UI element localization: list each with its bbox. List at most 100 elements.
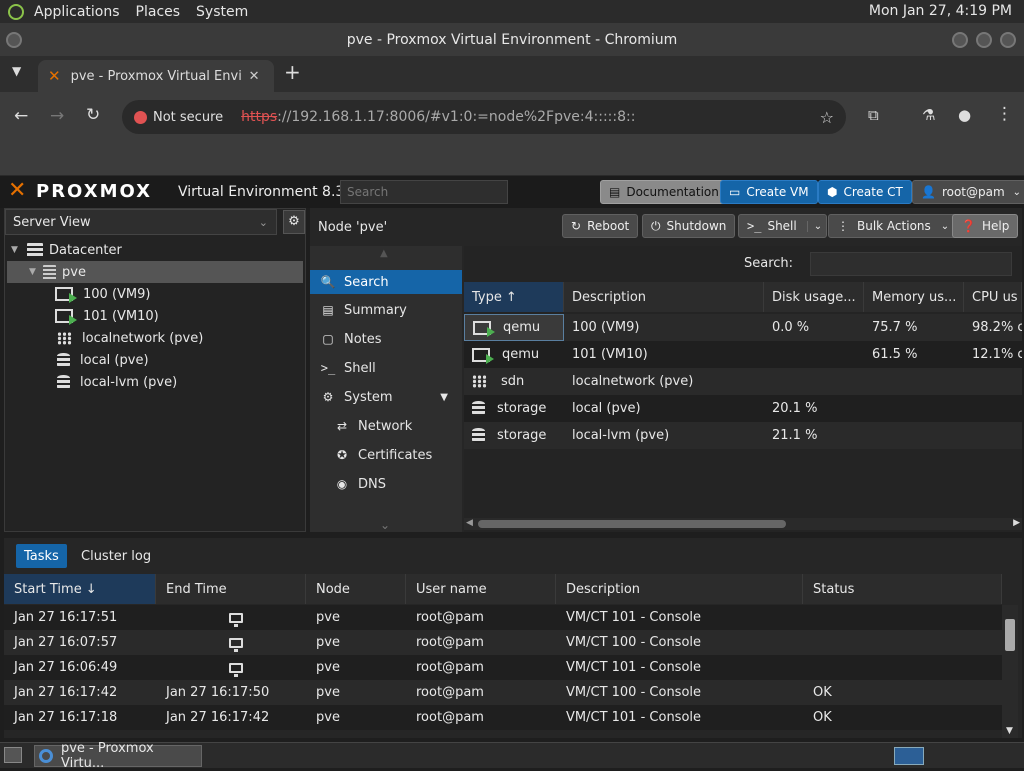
not-secure-label[interactable]: Not secure bbox=[153, 110, 223, 125]
back-icon[interactable]: ← bbox=[14, 106, 28, 126]
certificate-icon: ✪ bbox=[336, 448, 348, 462]
address-bar[interactable]: Not secure https ://192.168.1.17:8006/#v… bbox=[122, 100, 846, 134]
window-title: pve - Proxmox Virtual Environment - Chro… bbox=[346, 32, 678, 48]
nav-shell[interactable]: >_ Shell bbox=[310, 356, 462, 380]
nav-summary[interactable]: ▤ Summary bbox=[310, 298, 462, 322]
grid-search-input[interactable] bbox=[810, 252, 1012, 276]
tasks-panel: Tasks Cluster log Start Time ↓ End Time … bbox=[4, 538, 1022, 738]
scroll-down-icon[interactable]: ⌄ bbox=[380, 518, 390, 532]
table-row[interactable]: storage local-lvm (pve) 21.1 % bbox=[464, 422, 1022, 449]
tree-item-local[interactable]: local (pve) bbox=[5, 349, 305, 371]
nav-network[interactable]: ⇄ Network bbox=[310, 414, 462, 438]
table-row[interactable]: storage local (pve) 20.1 % bbox=[464, 395, 1022, 422]
browser-tab[interactable]: ✕ pve - Proxmox Virtual Environ ✕ bbox=[38, 60, 274, 92]
tree-item-localnetwork[interactable]: localnetwork (pve) bbox=[5, 327, 305, 349]
browser-menu-icon[interactable]: ⋮ bbox=[996, 104, 1013, 124]
column-header-cpu[interactable]: CPU us bbox=[964, 282, 1022, 312]
window-menu-icon[interactable] bbox=[6, 32, 22, 48]
help-button[interactable]: ❓ Help bbox=[952, 214, 1019, 238]
proxmox-logo[interactable]: PROXMOX bbox=[36, 181, 152, 202]
scroll-right-icon[interactable]: ▶ bbox=[1013, 518, 1020, 528]
tab-search-icon[interactable]: ▼ bbox=[12, 64, 21, 78]
running-console-icon bbox=[229, 662, 243, 677]
column-header-end-time[interactable]: End Time bbox=[156, 574, 306, 604]
bookmark-star-icon[interactable]: ☆ bbox=[820, 108, 834, 127]
new-tab-button[interactable]: + bbox=[284, 60, 301, 84]
table-row[interactable]: sdn localnetwork (pve) bbox=[464, 368, 1022, 395]
maximize-icon[interactable] bbox=[976, 32, 992, 48]
column-header-start-time[interactable]: Start Time ↓ bbox=[4, 574, 156, 604]
globe-icon: ◉ bbox=[336, 477, 348, 491]
user-menu-button[interactable]: 👤 root@pam ⌄ bbox=[912, 180, 1024, 204]
nav-search[interactable]: 🔍 Search bbox=[310, 270, 462, 294]
column-header-description[interactable]: Description bbox=[564, 282, 764, 312]
column-header-node[interactable]: Node bbox=[306, 574, 406, 604]
tree-item-local-lvm[interactable]: local-lvm (pve) bbox=[5, 371, 305, 393]
collapse-icon[interactable]: ▼ bbox=[29, 267, 41, 277]
scrollbar-thumb[interactable] bbox=[478, 520, 786, 528]
exchange-icon: ⇄ bbox=[336, 419, 348, 433]
profile-icon[interactable]: ● bbox=[958, 106, 971, 124]
applications-menu[interactable]: Applications bbox=[34, 4, 120, 20]
column-header-type[interactable]: Type ↑ bbox=[464, 282, 564, 312]
reboot-button[interactable]: ↻ Reboot bbox=[562, 214, 639, 238]
tree-settings-button[interactable]: ⚙ bbox=[283, 210, 305, 234]
close-icon[interactable] bbox=[1000, 32, 1016, 48]
bulk-actions-button[interactable]: ⋮ Bulk Actions ⌄ bbox=[828, 214, 959, 238]
scroll-up-icon[interactable]: ▲ bbox=[380, 248, 388, 259]
minimize-icon[interactable] bbox=[952, 32, 968, 48]
labs-icon[interactable]: ⚗ bbox=[922, 106, 935, 124]
table-row[interactable]: qemu 101 (VM10) 61.5 % 12.1% c bbox=[464, 341, 1022, 368]
tree-item-vm101[interactable]: 101 (VM10) bbox=[5, 305, 305, 327]
table-row[interactable]: qemu 100 (VM9) 0.0 % 75.7 % 98.2% c bbox=[464, 314, 1022, 341]
vertical-scrollbar[interactable]: ▼ bbox=[1002, 605, 1018, 738]
extensions-icon[interactable]: ⧉ bbox=[868, 106, 879, 124]
column-header-description[interactable]: Description bbox=[556, 574, 803, 604]
tab-close-icon[interactable]: ✕ bbox=[249, 69, 260, 84]
gnome-foot-icon[interactable] bbox=[8, 3, 24, 20]
scrollbar-thumb[interactable] bbox=[1005, 619, 1015, 651]
column-header-user[interactable]: User name bbox=[406, 574, 556, 604]
global-search-input[interactable] bbox=[340, 180, 508, 204]
tab-cluster-log[interactable]: Cluster log bbox=[76, 544, 156, 568]
nav-certificates[interactable]: ✪ Certificates bbox=[310, 443, 462, 467]
create-vm-button[interactable]: ▭ Create VM bbox=[720, 180, 818, 204]
table-row[interactable]: Jan 27 16:17:18 Jan 27 16:17:42 pve root… bbox=[4, 705, 1002, 730]
desktop-icon: ▭ bbox=[729, 185, 741, 199]
column-header-memory[interactable]: Memory us... bbox=[864, 282, 964, 312]
nav-system[interactable]: ⚙ System ▼ bbox=[310, 385, 462, 409]
nav-notes[interactable]: ▢ Notes bbox=[310, 327, 462, 351]
shutdown-button[interactable]: ⏻ Shutdown bbox=[642, 214, 736, 238]
show-desktop-icon[interactable] bbox=[4, 747, 22, 763]
nav-dns[interactable]: ◉ DNS bbox=[310, 472, 462, 496]
table-row[interactable]: Jan 27 16:17:51 pve root@pam VM/CT 101 -… bbox=[4, 605, 1002, 630]
shell-button[interactable]: >_ Shell ⌄ bbox=[738, 214, 828, 238]
clock[interactable]: Mon Jan 27, 4:19 PM bbox=[869, 3, 1012, 19]
scroll-down-icon[interactable]: ▼ bbox=[1006, 726, 1013, 736]
collapse-icon[interactable]: ▼ bbox=[11, 245, 23, 255]
server-view-select[interactable]: Server View ⌄ bbox=[5, 209, 277, 235]
chevron-down-icon[interactable]: ⌄ bbox=[806, 220, 822, 232]
documentation-button[interactable]: ▤ Documentation bbox=[600, 180, 728, 204]
scroll-left-icon[interactable]: ◀ bbox=[466, 518, 473, 528]
proxmox-logo-icon[interactable]: ✕ bbox=[8, 178, 26, 203]
tree-item-datacenter[interactable]: ▼ Datacenter bbox=[5, 239, 305, 261]
tab-tasks[interactable]: Tasks bbox=[16, 544, 67, 568]
workspace-switcher-icon[interactable] bbox=[894, 747, 924, 765]
column-header-disk[interactable]: Disk usage... bbox=[764, 282, 864, 312]
reload-icon[interactable]: ↻ bbox=[86, 105, 100, 125]
forward-icon[interactable]: → bbox=[50, 106, 64, 126]
table-row[interactable]: Jan 27 16:06:49 pve root@pam VM/CT 101 -… bbox=[4, 655, 1002, 680]
tree-item-pve[interactable]: ▼ pve bbox=[7, 261, 303, 283]
column-header-status[interactable]: Status bbox=[803, 574, 1002, 604]
book-icon: ▤ bbox=[609, 185, 621, 199]
places-menu[interactable]: Places bbox=[136, 4, 181, 20]
system-menu[interactable]: System bbox=[196, 4, 248, 20]
create-ct-button[interactable]: ⬢ Create CT bbox=[818, 180, 912, 204]
horizontal-scrollbar[interactable]: ◀ ▶ bbox=[464, 518, 1022, 530]
table-row[interactable]: Jan 27 16:17:42 Jan 27 16:17:50 pve root… bbox=[4, 680, 1002, 705]
tree-item-vm100[interactable]: 100 (VM9) bbox=[5, 283, 305, 305]
not-secure-icon[interactable] bbox=[134, 110, 147, 124]
taskbar-window-button[interactable]: pve - Proxmox Virtu... bbox=[34, 741, 202, 771]
table-row[interactable]: Jan 27 16:07:57 pve root@pam VM/CT 100 -… bbox=[4, 630, 1002, 655]
